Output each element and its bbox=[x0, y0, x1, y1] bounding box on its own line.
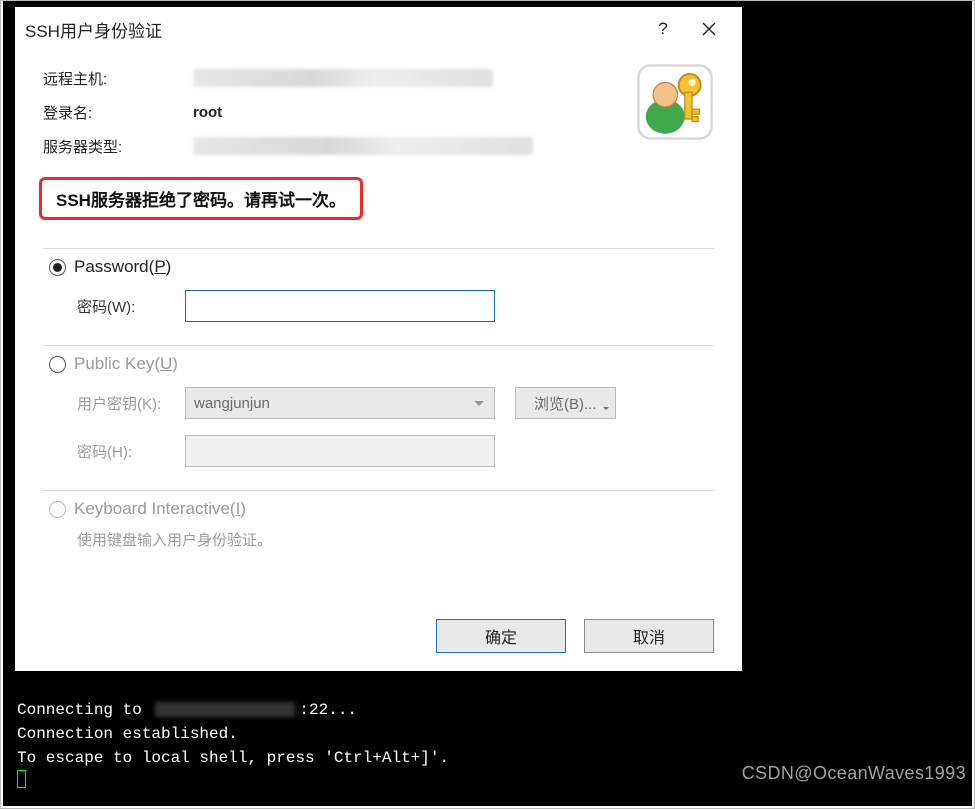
publickey-section: Public Key(U) 用户密钥(K): wangjunjun 浏览(B).… bbox=[43, 345, 714, 470]
watermark-text: CSDN@OceanWaves1993 bbox=[742, 763, 966, 784]
keyboard-interactive-radio: Keyboard Interactive(I) bbox=[49, 499, 714, 519]
pubkey-password-input bbox=[185, 435, 495, 467]
server-type-value-redacted bbox=[193, 137, 533, 155]
login-label: 登录名: bbox=[43, 102, 193, 123]
terminal-line-2: Connection established. bbox=[17, 725, 238, 743]
close-button[interactable] bbox=[686, 13, 732, 45]
error-message: SSH服务器拒绝了密码。请再试一次。 bbox=[56, 191, 346, 210]
radio-icon bbox=[49, 356, 66, 373]
remote-host-value-redacted bbox=[193, 69, 493, 87]
redacted-host bbox=[155, 702, 295, 717]
ssh-auth-dialog: SSH用户身份验证 ? 远程主机: 登录名: root 服务器类型: bbox=[15, 7, 742, 671]
dialog-button-row: 确定 取消 bbox=[15, 601, 742, 671]
keyboard-interactive-section: Keyboard Interactive(I) 使用键盘输入用户身份验证。 bbox=[43, 490, 714, 550]
cancel-button[interactable]: 取消 bbox=[584, 619, 714, 653]
keyboard-interactive-desc: 使用键盘输入用户身份验证。 bbox=[49, 529, 714, 550]
help-button[interactable]: ? bbox=[640, 13, 686, 45]
terminal-line-1: Connecting to :22... bbox=[17, 701, 357, 719]
password-input[interactable] bbox=[185, 290, 495, 322]
ok-button[interactable]: 确定 bbox=[436, 619, 566, 653]
dialog-title: SSH用户身份验证 bbox=[25, 17, 640, 42]
user-key-icon bbox=[636, 63, 714, 141]
dialog-titlebar[interactable]: SSH用户身份验证 ? bbox=[15, 7, 742, 53]
browse-button: 浏览(B)... bbox=[515, 387, 616, 419]
close-icon bbox=[702, 22, 716, 36]
password-section: Password(P) 密码(W): bbox=[43, 248, 714, 325]
terminal-cursor bbox=[17, 770, 26, 788]
publickey-radio[interactable]: Public Key(U) bbox=[49, 354, 714, 374]
password-radio[interactable]: Password(P) bbox=[49, 257, 714, 277]
radio-icon bbox=[49, 501, 66, 518]
terminal-output: Connecting to :22... Connection establis… bbox=[17, 674, 449, 796]
server-type-label: 服务器类型: bbox=[43, 136, 193, 157]
error-highlight-box: SSH服务器拒绝了密码。请再试一次。 bbox=[39, 177, 363, 220]
userkey-dropdown: wangjunjun bbox=[185, 387, 495, 419]
password-radio-label: Password(P) bbox=[74, 257, 171, 277]
radio-icon bbox=[49, 259, 66, 276]
userkey-label: 用户密钥(K): bbox=[77, 393, 185, 414]
publickey-radio-label: Public Key(U) bbox=[74, 354, 178, 374]
login-value: root bbox=[193, 104, 222, 121]
remote-host-label: 远程主机: bbox=[43, 68, 193, 89]
pubkey-password-label: 密码(H): bbox=[77, 441, 185, 462]
keyboard-interactive-label: Keyboard Interactive(I) bbox=[74, 499, 246, 519]
terminal-line-3: To escape to local shell, press 'Ctrl+Al… bbox=[17, 749, 449, 767]
password-field-label: 密码(W): bbox=[77, 296, 185, 317]
